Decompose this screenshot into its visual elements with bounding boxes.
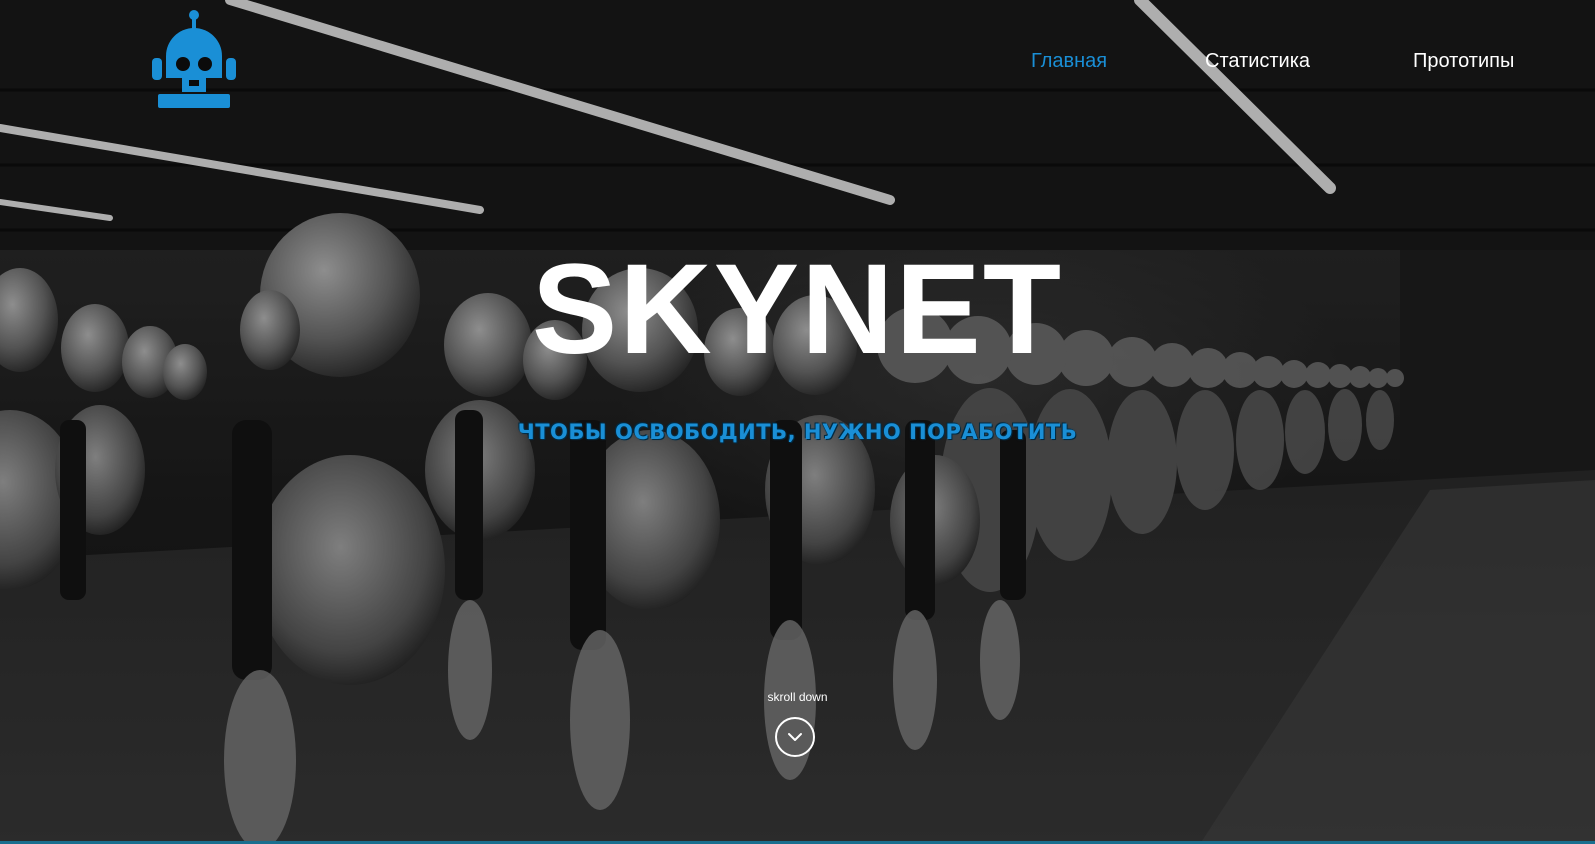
hero-tagline: ЧТОБЫ ОСВОБОДИТЬ, НУЖНО ПОРАБОТИТЬ xyxy=(517,420,1078,444)
chevron-down-icon xyxy=(788,733,802,741)
logo[interactable] xyxy=(152,8,240,112)
robot-head-icon xyxy=(152,10,236,108)
scroll-down-label: skroll down xyxy=(767,690,828,704)
nav-item-prototypes[interactable]: Прототипы xyxy=(1413,50,1514,73)
nav-item-home[interactable]: Главная xyxy=(1031,50,1107,73)
hero-title: SKYNET xyxy=(531,238,1064,381)
scroll-down-button[interactable] xyxy=(775,717,815,757)
nav-item-statistics[interactable]: Статистика xyxy=(1205,50,1310,73)
hero-section: Главная Статистика Прототипы SKYNET ЧТОБ… xyxy=(0,0,1595,844)
